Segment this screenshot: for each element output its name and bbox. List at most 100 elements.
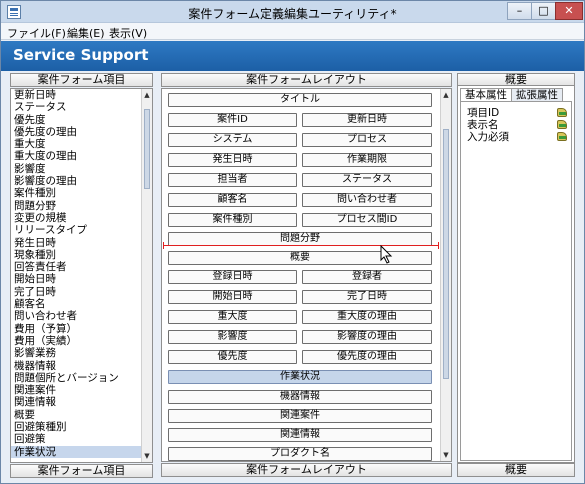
center-panel-footer[interactable]: 案件フォームレイアウト — [161, 463, 452, 477]
layout-field-system[interactable]: システム — [168, 133, 297, 147]
form-item-list-entry[interactable]: 問題分野 — [11, 200, 152, 212]
center-scroll-up-arrow-icon[interactable]: ▲ — [441, 89, 451, 101]
layout-field-deadline[interactable]: 作業期限 — [302, 153, 432, 167]
property-row[interactable]: 表示名 — [467, 119, 567, 131]
form-item-list-entry[interactable]: 影響業務 — [11, 347, 152, 359]
layout-field-related-case[interactable]: 関連案件 — [168, 409, 432, 423]
center-scroll-thumb[interactable] — [443, 129, 449, 379]
menu-view[interactable]: 表示(V) — [109, 25, 147, 41]
edit-property-icon[interactable] — [557, 132, 567, 141]
layout-field-product-name[interactable]: プロダクト名 — [168, 447, 432, 461]
form-item-list-entry[interactable]: 影響度 — [11, 163, 152, 175]
layout-field-process[interactable]: プロセス — [302, 133, 432, 147]
app-window: 案件フォーム定義編集ユーティリティ* – □ ✕ ファイル(F) 編集(E) 表… — [0, 0, 585, 484]
form-item-list-entry[interactable]: リリースタイプ — [11, 224, 152, 236]
center-scroll-down-arrow-icon[interactable]: ▼ — [441, 449, 451, 461]
menu-edit[interactable]: 編集(E) — [67, 25, 105, 41]
form-item-list-entry[interactable]: 優先度の理由 — [11, 126, 152, 138]
close-button[interactable]: ✕ — [555, 2, 583, 20]
form-item-list-entry[interactable]: ステータス — [11, 101, 152, 113]
tab-basic-attributes[interactable]: 基本属性 — [460, 88, 512, 101]
form-item-list-entry[interactable]: 重大度の理由 — [11, 150, 152, 162]
form-item-list-entry[interactable]: 回答責任者 — [11, 261, 152, 273]
left-list-scrollbar[interactable]: ▲ ▼ — [141, 89, 152, 462]
layout-field-work-status[interactable]: 作業状況 — [168, 370, 432, 384]
form-item-list-entry[interactable]: 関連案件 — [11, 384, 152, 396]
form-item-list-entry[interactable]: 案件種別 — [11, 187, 152, 199]
form-item-list-entry[interactable]: 回避策種別 — [11, 421, 152, 433]
form-item-list-entry[interactable]: 関連情報 — [11, 396, 152, 408]
layout-field-priority[interactable]: 優先度 — [168, 350, 297, 364]
form-layout-canvas[interactable]: タイトル 案件ID 更新日時 システム プロセス 発生日時 作業期限 担当者 ス… — [161, 88, 452, 462]
service-support-banner: Service Support — [1, 41, 584, 71]
property-list: 項目ID 表示名 入力必須 — [460, 101, 572, 461]
edit-property-icon[interactable] — [557, 120, 567, 129]
form-item-list-entry[interactable]: 重大度 — [11, 138, 152, 150]
layout-field-status[interactable]: ステータス — [302, 173, 432, 187]
layout-field-case-id[interactable]: 案件ID — [168, 113, 297, 127]
form-item-list-entry[interactable]: 問い合わせ者 — [11, 310, 152, 322]
layout-field-equipment[interactable]: 機器情報 — [168, 390, 432, 404]
layout-field-customer[interactable]: 顧客名 — [168, 193, 297, 207]
left-scroll-thumb[interactable] — [144, 109, 150, 189]
left-panel-header: 案件フォーム項目 — [10, 73, 153, 87]
form-item-list-entry[interactable]: 概要 — [11, 409, 152, 421]
right-panel-footer[interactable]: 概要 — [457, 463, 575, 477]
center-scrollbar[interactable]: ▲ ▼ — [440, 89, 451, 461]
layout-field-related-info[interactable]: 関連情報 — [168, 428, 432, 442]
center-panel-header: 案件フォームレイアウト — [161, 73, 452, 87]
property-panel: 基本属性 拡張属性 項目ID 表示名 入力必須 — [457, 85, 575, 463]
form-item-list[interactable]: 更新日時 ステータス 優先度 優先度の理由 重大度 重大度の理由 影響度 影響度の理由 案件種別… — [10, 88, 153, 463]
form-item-list-entry[interactable]: 問題個所とバージョン — [11, 372, 152, 384]
form-item-list-entry[interactable]: 作業状況 — [11, 445, 152, 458]
layout-field-start[interactable]: 開始日時 — [168, 290, 297, 304]
layout-field-process-id[interactable]: プロセス間ID — [302, 213, 432, 227]
drop-insertion-line — [163, 242, 439, 249]
layout-field-occurred[interactable]: 発生日時 — [168, 153, 297, 167]
layout-field-severity[interactable]: 重大度 — [168, 310, 297, 324]
layout-field-severity-reason[interactable]: 重大度の理由 — [302, 310, 432, 324]
left-panel-footer[interactable]: 案件フォーム項目 — [10, 464, 153, 478]
form-item-list-entry[interactable]: 発生日時 — [11, 237, 152, 249]
layout-field-complete[interactable]: 完了日時 — [302, 290, 432, 304]
form-item-list-entry[interactable]: 開始日時 — [11, 273, 152, 285]
menu-file[interactable]: ファイル(F) — [7, 25, 66, 41]
layout-field-impact-reason[interactable]: 影響度の理由 — [302, 330, 432, 344]
form-item-list-entry[interactable]: 機器情報 — [11, 360, 152, 372]
title-bar[interactable]: 案件フォーム定義編集ユーティリティ* – □ — [1, 1, 584, 23]
layout-field-registered[interactable]: 登録日時 — [168, 270, 297, 284]
property-row[interactable]: 入力必須 — [467, 131, 567, 143]
layout-field-problem-area[interactable]: 問題分野 — [168, 232, 432, 246]
form-item-list-entry[interactable]: 費用（予算） — [11, 323, 152, 335]
form-item-list-entry[interactable]: 優先度 — [11, 114, 152, 126]
tab-extended-attributes[interactable]: 拡張属性 — [511, 88, 563, 101]
form-item-list-entry[interactable]: 更新日時 — [11, 89, 152, 101]
layout-field-case-type[interactable]: 案件種別 — [168, 213, 297, 227]
scroll-down-arrow-icon[interactable]: ▼ — [142, 450, 152, 462]
minimize-button[interactable]: – — [507, 2, 532, 20]
form-item-list-entry[interactable]: 現象種別 — [11, 249, 152, 261]
scroll-up-arrow-icon[interactable]: ▲ — [142, 89, 152, 101]
property-row[interactable]: 項目ID — [467, 107, 567, 119]
layout-field-impact[interactable]: 影響度 — [168, 330, 297, 344]
property-label: 表示名 — [467, 119, 499, 131]
layout-field-updated[interactable]: 更新日時 — [302, 113, 432, 127]
banner-title: Service Support — [13, 46, 149, 64]
layout-field-inquirer[interactable]: 問い合わせ者 — [302, 193, 432, 207]
property-label: 項目ID — [467, 107, 500, 119]
form-item-list-entry[interactable]: 影響度の理由 — [11, 175, 152, 187]
layout-field-assignee[interactable]: 担当者 — [168, 173, 297, 187]
layout-field-priority-reason[interactable]: 優先度の理由 — [302, 350, 432, 364]
layout-field-registrant[interactable]: 登録者 — [302, 270, 432, 284]
edit-property-icon[interactable] — [557, 108, 567, 117]
mouse-cursor-icon — [380, 245, 393, 264]
property-label: 入力必須 — [467, 131, 509, 143]
form-item-list-entry[interactable]: 費用（実績） — [11, 335, 152, 347]
form-item-list-entry[interactable]: 顧客名 — [11, 298, 152, 310]
form-item-list-entry[interactable]: 完了日時 — [11, 286, 152, 298]
form-item-list-entry[interactable]: 回避策 — [11, 433, 152, 445]
form-item-list-entry[interactable]: 変更の規模 — [11, 212, 152, 224]
layout-field-title[interactable]: タイトル — [168, 93, 432, 107]
menu-bar: ファイル(F) 編集(E) 表示(V) — [1, 23, 584, 40]
maximize-button[interactable]: □ — [531, 2, 556, 20]
